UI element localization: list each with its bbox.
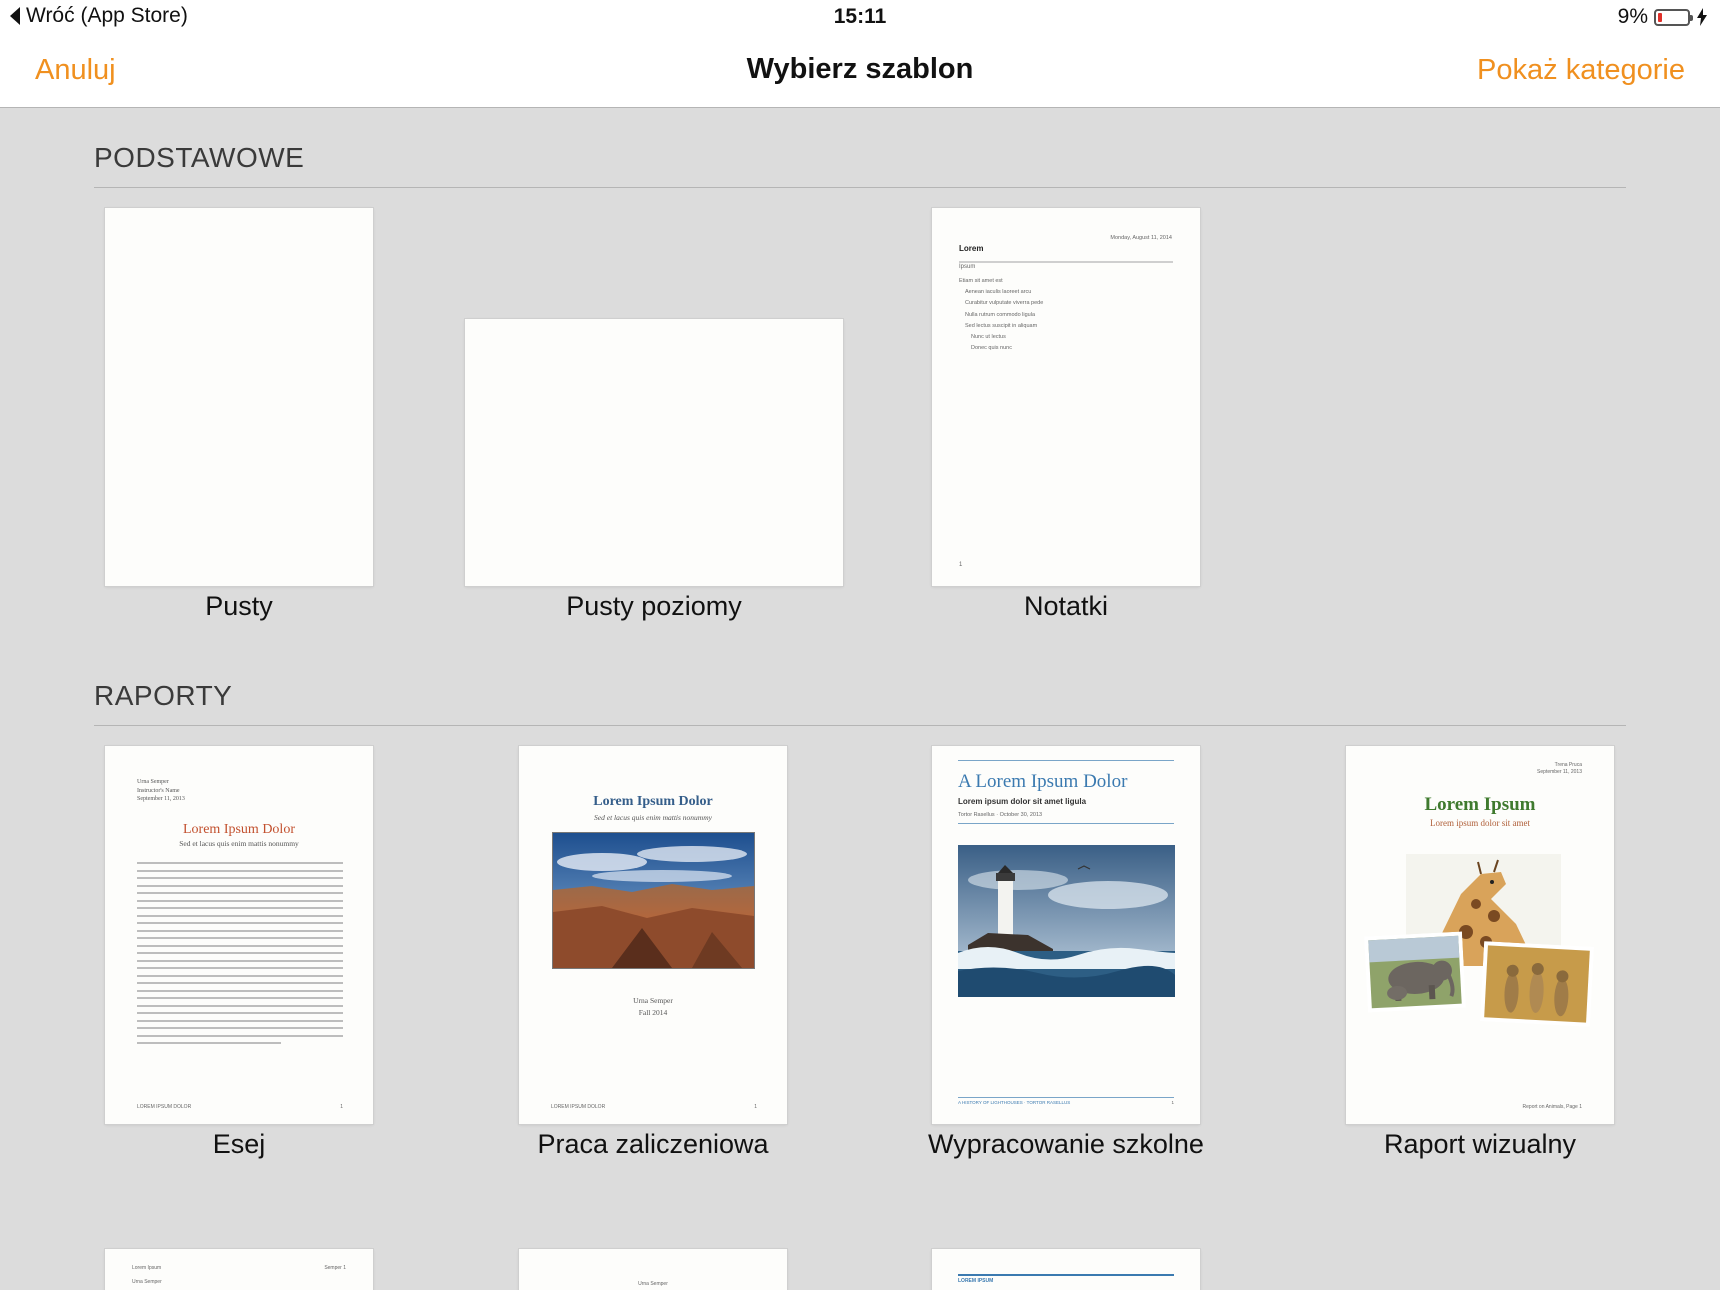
preview-author-block: Trena Pruca September 11, 2013 — [1537, 762, 1582, 775]
template-label: Pusty — [205, 591, 273, 621]
template-pusty[interactable]: Pusty — [105, 208, 373, 628]
preview-subheading: Ipsum — [959, 264, 976, 270]
preview-title: Lorem Ipsum Dolor — [183, 822, 295, 837]
template-thumbnail: A Lorem Ipsum Dolor Lorem ipsum dolor si… — [932, 746, 1200, 1124]
template-partial-3[interactable]: LOREM IPSUM — [932, 1249, 1200, 1290]
preview-byline: Tortor Rasellus · October 30, 2013 — [958, 812, 1043, 818]
preview-footer: A HISTORY OF LIGHTHOUSES · TORTOR RASELL… — [958, 1100, 1071, 1105]
page-title: Wybierz szablon — [746, 53, 974, 85]
battery-status: 9% — [1618, 5, 1708, 29]
status-bar: Wróć (App Store) 15:11 9% — [0, 0, 1720, 34]
battery-level — [1658, 12, 1662, 22]
preview-page-number: 1 — [340, 1104, 343, 1110]
preview-footer: LOREM IPSUM DOLOR — [551, 1104, 606, 1110]
elephant-photo — [1364, 931, 1466, 1013]
template-thumbnail — [105, 208, 373, 586]
preview-bullets: Etiam sit amet est Aenean iaculis laoree… — [959, 278, 1044, 352]
navigation-bar: Anuluj Wybierz szablon Pokaż kategorie — [0, 34, 1720, 108]
preview-date: Monday, August 11, 2014 — [1110, 235, 1172, 241]
template-thumbnail: Monday, August 11, 2014 Lorem Ipsum Etia… — [932, 208, 1200, 586]
template-label: Praca zaliczeniowa — [537, 1129, 769, 1159]
section-title-raporty: RAPORTY — [94, 680, 233, 711]
template-partial-2[interactable]: Urna Semper — [519, 1249, 787, 1290]
preview-subtitle: Sed et lacus quis enim mattis nonummy — [179, 839, 299, 848]
template-thumbnail: Lorem Ipsum Dolor Sed et lacus quis enim… — [519, 746, 787, 1124]
template-notatki[interactable]: Monday, August 11, 2014 Lorem Ipsum Etia… — [932, 208, 1200, 628]
template-label: Notatki — [1023, 591, 1109, 621]
battery-percent: 9% — [1617, 5, 1648, 28]
preview-subtitle: Lorem ipsum dolor sit amet ligula — [958, 797, 1087, 806]
preview-header-block: Urna Semper Instructor's Name September … — [137, 779, 185, 802]
template-label: Pusty poziomy — [566, 591, 742, 621]
preview-title: Lorem Ipsum — [1424, 794, 1536, 815]
template-label: Raport wizualny — [1383, 1129, 1577, 1159]
meerkats-photo — [1479, 941, 1595, 1027]
battery-icon — [1654, 8, 1693, 26]
preview-author-block: Urna Semper Fall 2014 — [633, 996, 673, 1017]
lighthouse-photo — [958, 845, 1175, 997]
preview-body-text — [137, 862, 343, 1050]
preview-title: Lorem Ipsum Dolor — [593, 794, 713, 809]
template-thumbnail: Urna Semper — [519, 1249, 787, 1290]
template-raport-wizualny[interactable]: Trena Pruca September 11, 2013 Lorem Ips… — [1346, 746, 1614, 1166]
template-thumbnail: Trena Pruca September 11, 2013 Lorem Ips… — [1346, 746, 1614, 1124]
preview-subtitle: Lorem ipsum dolor sit amet — [1430, 818, 1530, 828]
template-label: Esej — [212, 1129, 266, 1159]
template-thumbnail — [465, 319, 843, 586]
preview-subtitle: Sed et lacus quis enim mattis nonummy — [594, 813, 712, 822]
preview-footer: LOREM IPSUM DOLOR — [137, 1104, 192, 1110]
canyon-photo — [552, 832, 755, 969]
clock: 15:11 — [833, 5, 887, 28]
preview-page-number: 1 — [754, 1104, 757, 1110]
template-esej[interactable]: Urna Semper Instructor's Name September … — [105, 746, 373, 1166]
section-divider — [94, 187, 1626, 188]
cancel-button[interactable]: Anuluj — [35, 54, 116, 87]
show-categories-button[interactable]: Pokaż kategorie — [1477, 54, 1685, 87]
template-thumbnail: LOREM IPSUM — [932, 1249, 1200, 1290]
preview-page-number: 1 — [1171, 1100, 1174, 1105]
template-pusty-poziomy[interactable]: Pusty poziomy — [465, 319, 843, 628]
template-thumbnail: Lorem Ipsum Semper 1 Urna Semper — [105, 1249, 373, 1290]
template-praca-zaliczeniowa[interactable]: Lorem Ipsum Dolor Sed et lacus quis enim… — [519, 746, 787, 1166]
charging-bolt-icon — [1697, 8, 1707, 26]
template-label: Wypracowanie szkolne — [928, 1129, 1204, 1159]
template-partial-1[interactable]: Lorem Ipsum Semper 1 Urna Semper — [105, 1249, 373, 1290]
template-wypracowanie-szkolne[interactable]: A Lorem Ipsum Dolor Lorem ipsum dolor si… — [928, 746, 1204, 1166]
section-divider — [94, 725, 1626, 726]
template-thumbnail: Urna Semper Instructor's Name September … — [105, 746, 373, 1124]
preview-page-number: 1 — [959, 562, 963, 568]
preview-footer: Report on Animals, Page 1 — [1522, 1104, 1582, 1110]
section-title-podstawowe: PODSTAWOWE — [94, 142, 305, 173]
preview-title: A Lorem Ipsum Dolor — [958, 771, 1128, 792]
preview-heading: Lorem — [959, 244, 984, 253]
